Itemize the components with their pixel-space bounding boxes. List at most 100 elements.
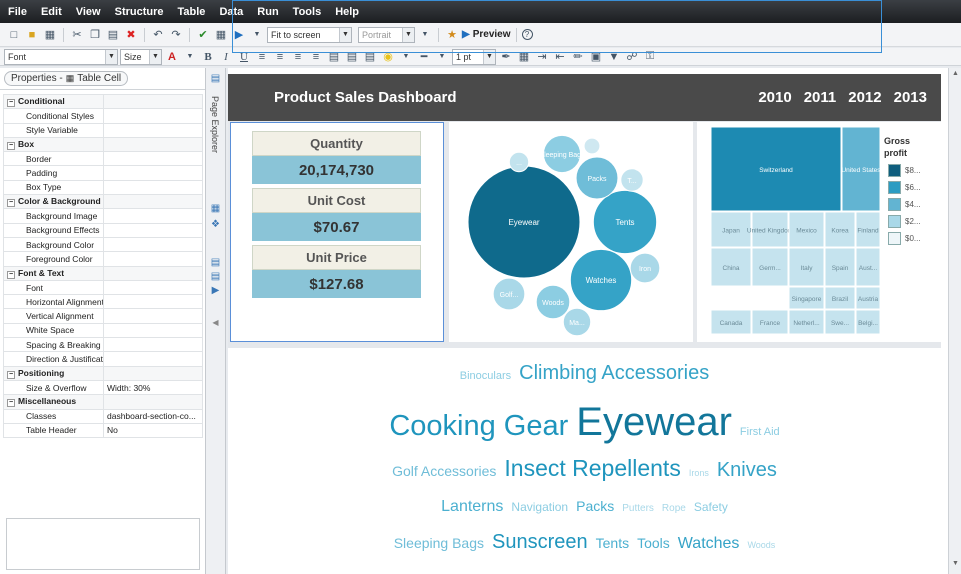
word-cloud-word[interactable]: Irons (689, 468, 709, 478)
menu-file[interactable]: File (8, 6, 27, 18)
copy-icon[interactable]: ❐ (87, 27, 103, 43)
collapse-arrow-icon[interactable]: ◀ (209, 316, 222, 329)
run-icon[interactable]: ▶ (231, 27, 247, 43)
valign-top-icon[interactable]: ▤ (326, 49, 342, 65)
check-icon[interactable]: ✔ (195, 27, 211, 43)
property-row[interactable]: Horizontal Alignment (3, 294, 203, 310)
word-cloud-word[interactable]: Sleeping Bags (394, 535, 484, 551)
menu-data[interactable]: Data (219, 6, 243, 18)
table-icon[interactable]: ▦ (213, 27, 229, 43)
menu-structure[interactable]: Structure (115, 6, 164, 18)
collapse-toggle-icon[interactable]: − (7, 199, 15, 208)
vertical-scrollbar[interactable]: ▲ ▼ (948, 68, 961, 574)
property-value[interactable] (103, 322, 203, 339)
property-value[interactable] (103, 251, 203, 267)
word-cloud-word[interactable]: Golf Accessories (392, 463, 496, 479)
word-cloud[interactable]: Binoculars Climbing Accessories Cooking Ge… (228, 348, 941, 574)
new-file-icon[interactable]: □ (6, 27, 22, 43)
line-width-select[interactable]: 1 pt ▼ (452, 48, 496, 65)
menu-edit[interactable]: Edit (41, 6, 62, 18)
page-explorer-icon[interactable]: ▤ (209, 72, 222, 85)
scroll-down-icon[interactable]: ▼ (952, 560, 959, 567)
property-row[interactable]: Table Header No (3, 422, 203, 439)
collapse-toggle-icon[interactable]: − (7, 270, 15, 279)
outdent-icon[interactable]: ⇤ (552, 49, 568, 65)
year-2010[interactable]: 2010 (758, 89, 791, 106)
property-row[interactable]: Foreground Color (3, 251, 203, 267)
page-explorer-tab[interactable]: Page Explorer (210, 96, 220, 153)
font-color-dropdown-icon[interactable]: ▼ (182, 49, 198, 65)
word-cloud-word[interactable]: Insect Repellents (504, 455, 680, 482)
property-value[interactable] (103, 122, 203, 138)
word-cloud-word[interactable]: Eyewear (576, 400, 732, 445)
property-value[interactable] (103, 351, 203, 367)
property-value[interactable] (103, 208, 203, 224)
zoom-select[interactable]: Fit to screen ▼ (267, 26, 352, 43)
word-cloud-word[interactable]: Knives (717, 459, 777, 482)
document-icon[interactable]: ▤ (209, 256, 222, 269)
property-value[interactable]: Width: 30% (103, 379, 203, 396)
orientation-select[interactable]: Portrait ▼ (358, 26, 415, 43)
valign-bottom-icon[interactable]: ▤ (362, 49, 378, 65)
property-value[interactable] (103, 294, 203, 310)
line-style-icon[interactable]: ━ (416, 49, 432, 65)
font-select[interactable]: Font ▼ (4, 48, 118, 65)
property-row[interactable]: Padding (3, 165, 203, 181)
scroll-up-icon[interactable]: ▲ (952, 70, 959, 77)
word-cloud-word[interactable]: Sunscreen (492, 531, 588, 554)
orientation-dropdown-icon[interactable]: ▼ (417, 27, 433, 43)
filter-icon[interactable]: ▼ (606, 49, 622, 65)
property-group-row[interactable]: − Color & Background (3, 194, 203, 210)
property-row[interactable]: Conditional Styles (3, 108, 203, 124)
property-value[interactable]: No (103, 422, 203, 439)
word-cloud-word[interactable]: Safety (694, 500, 728, 514)
data-source-icon[interactable]: ▦ (209, 202, 222, 215)
property-value[interactable]: dashboard-section-co... (103, 408, 203, 424)
collapse-toggle-icon[interactable]: − (7, 370, 15, 379)
line-color-icon[interactable]: ✒ (498, 49, 514, 65)
font-color-icon[interactable]: A (164, 49, 180, 65)
property-value[interactable] (103, 308, 203, 324)
italic-icon[interactable]: I (218, 49, 234, 65)
align-right-icon[interactable]: ≡ (290, 49, 306, 65)
property-row[interactable]: Background Image (3, 208, 203, 224)
property-row[interactable]: Background Color (3, 236, 203, 253)
preview-button[interactable]: ▶ Preview (462, 29, 511, 40)
property-row[interactable]: Background Effects (3, 222, 203, 238)
word-cloud-word[interactable]: Packs (576, 498, 614, 514)
save-icon[interactable]: ▦ (42, 27, 58, 43)
menu-view[interactable]: View (76, 6, 101, 18)
undo-icon[interactable]: ↶ (150, 27, 166, 43)
word-cloud-word[interactable]: Tools (637, 535, 670, 551)
indent-icon[interactable]: ⇥ (534, 49, 550, 65)
year-2013[interactable]: 2013 (894, 89, 927, 106)
link-icon[interactable]: ☍ (624, 49, 640, 65)
word-cloud-word[interactable]: Woods (747, 540, 775, 550)
parameters-icon[interactable]: ★ (444, 27, 460, 43)
menu-table[interactable]: Table (178, 6, 206, 18)
align-center-icon[interactable]: ≡ (272, 49, 288, 65)
property-group-row[interactable]: − Font & Text (3, 265, 203, 281)
treemap-panel[interactable]: Switzerland United States Japan United King… (697, 122, 941, 342)
bubble-chart-panel[interactable]: Eyewear Tents Watches Packs Sleeping Bags Woo… (449, 122, 693, 342)
property-value[interactable] (103, 108, 203, 124)
word-cloud-word[interactable]: Climbing Accessories (519, 362, 709, 385)
word-cloud-word[interactable]: Binoculars (460, 370, 511, 382)
property-value[interactable] (103, 151, 203, 167)
fill-color-dropdown-icon[interactable]: ▼ (398, 49, 414, 65)
property-group-row[interactable]: − Miscellaneous (3, 394, 203, 410)
property-value[interactable] (103, 222, 203, 238)
word-cloud-word[interactable]: Watches (678, 535, 740, 553)
underline-icon[interactable]: U (236, 49, 252, 65)
property-group-row[interactable]: − Positioning (3, 365, 203, 381)
property-row[interactable]: Classes dashboard-section-co... (3, 408, 203, 424)
redo-icon[interactable]: ↷ (168, 27, 184, 43)
collapse-toggle-icon[interactable]: − (7, 142, 15, 151)
bold-icon[interactable]: B (200, 49, 216, 65)
property-row[interactable]: Vertical Alignment (3, 308, 203, 324)
play-box-icon[interactable]: ▶ (209, 284, 222, 297)
menu-tools[interactable]: Tools (293, 6, 322, 18)
word-cloud-word[interactable]: Putters (622, 503, 654, 514)
property-value[interactable] (103, 279, 203, 296)
properties-tab[interactable]: Properties - ▦ Table Cell (4, 71, 129, 86)
